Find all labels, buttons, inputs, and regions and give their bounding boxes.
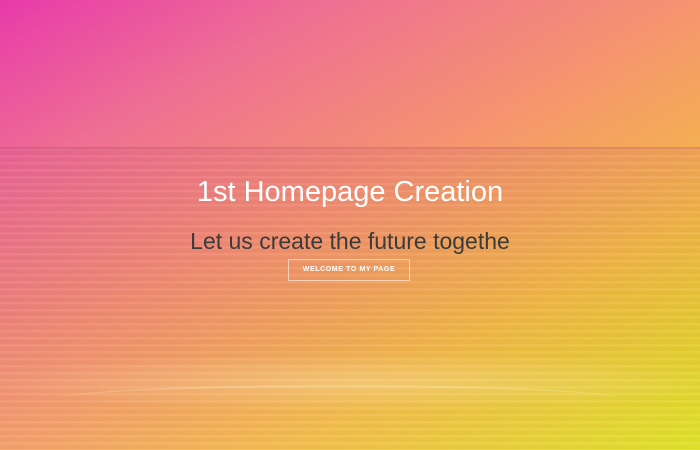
hero-content: 1st Homepage Creation Let us create the …	[0, 0, 700, 450]
welcome-button[interactable]: WELCOME TO MY PAGE	[288, 259, 410, 281]
hero-subtitle: Let us create the future togethe	[190, 228, 510, 254]
hero-section: 1st Homepage Creation Let us create the …	[0, 0, 700, 450]
hero-title: 1st Homepage Creation	[196, 176, 504, 208]
